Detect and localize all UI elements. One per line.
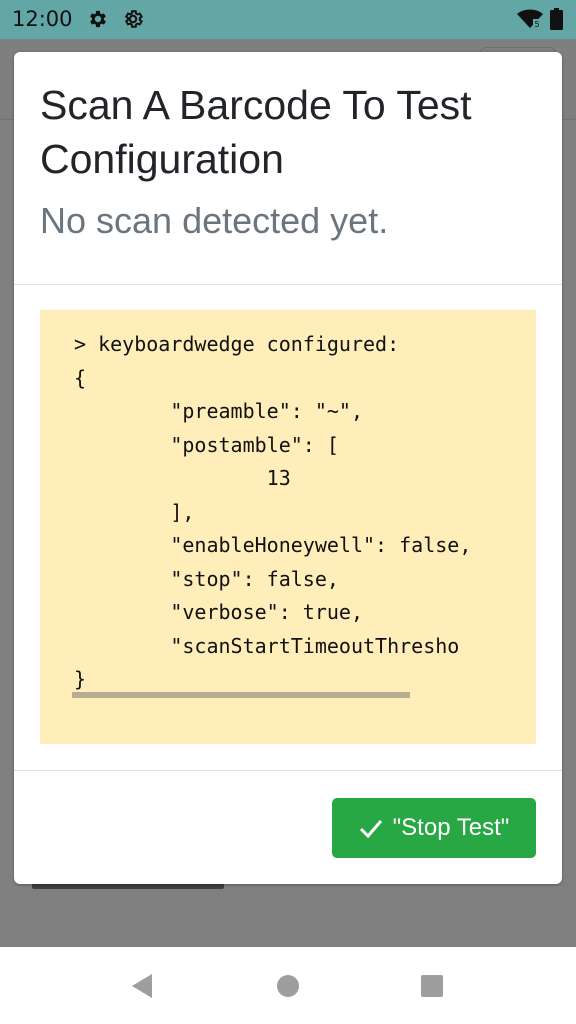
wifi-icon: 5	[517, 9, 543, 29]
settings-gear-icon	[90, 10, 106, 28]
stop-test-button[interactable]: "Stop Test"	[332, 798, 536, 858]
test-configuration-dialog: Scan A Barcode To Test Configuration No …	[14, 52, 562, 884]
checkmark-icon	[359, 820, 382, 839]
scan-status-text: No scan detected yet.	[40, 200, 389, 241]
home-icon[interactable]	[273, 971, 303, 1001]
status-time: 12:00	[12, 7, 73, 31]
battery-icon	[550, 8, 563, 30]
navigation-bar	[0, 947, 576, 1024]
recents-icon[interactable]	[417, 971, 447, 1001]
dialog-title: Scan A Barcode To Test Configuration	[40, 82, 472, 182]
dialog-footer: "Stop Test"	[14, 770, 562, 884]
back-icon[interactable]	[128, 971, 158, 1001]
settings-gear-icon	[124, 10, 143, 28]
dialog-header: Scan A Barcode To Test Configuration No …	[14, 52, 562, 285]
dialog-body: > keyboardwedge configured: { "preamble"…	[14, 285, 562, 770]
horizontal-scrollbar[interactable]	[72, 692, 410, 698]
stop-test-label: "Stop Test"	[392, 814, 510, 841]
svg-text:5: 5	[535, 20, 540, 29]
console-output[interactable]: > keyboardwedge configured: { "preamble"…	[40, 310, 536, 744]
console-text: > keyboardwedge configured: { "preamble"…	[74, 332, 472, 691]
status-bar: 12:00 5	[0, 0, 576, 39]
